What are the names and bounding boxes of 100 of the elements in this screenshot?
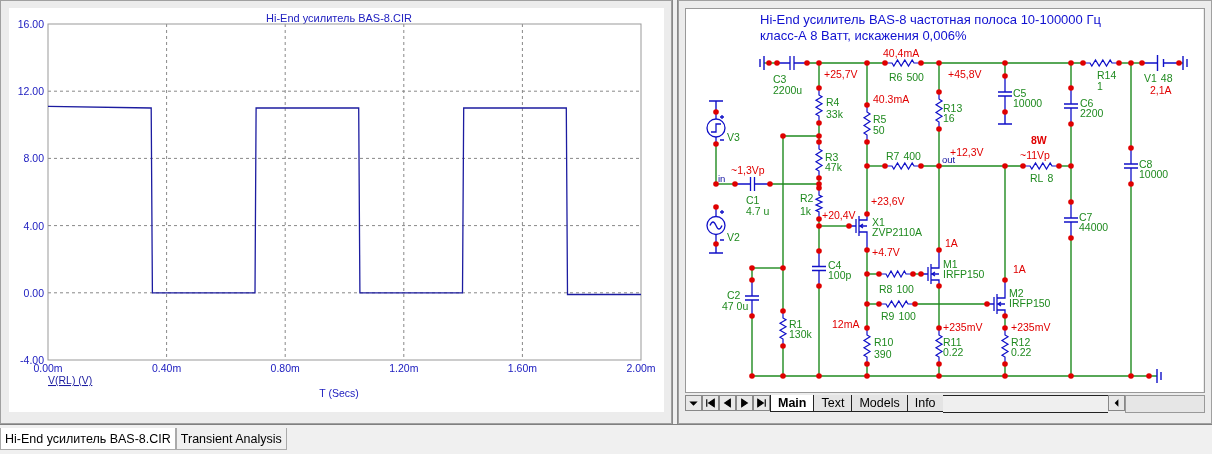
node-dot xyxy=(749,265,755,271)
probe-reading: 1A xyxy=(1013,263,1026,275)
power-reading: 8W xyxy=(1031,134,1047,146)
node-dot xyxy=(984,301,990,307)
node-dot xyxy=(780,343,786,349)
component-value: 33k xyxy=(826,108,843,120)
node-dot xyxy=(1128,60,1134,66)
component-name: C1 xyxy=(746,194,760,206)
node-dot xyxy=(732,181,738,187)
component-value: 1 xyxy=(1097,80,1103,92)
component-value: 100 xyxy=(896,283,914,295)
component-name: R4 xyxy=(826,96,840,108)
node-dot xyxy=(1056,163,1062,169)
component-name: R14 xyxy=(1097,69,1117,81)
node-dot xyxy=(864,325,870,331)
probe-reading: +45,8V xyxy=(948,68,982,80)
node-dot xyxy=(749,373,755,379)
probe-reading: +25,7V xyxy=(824,68,858,80)
scroll-left-button[interactable] xyxy=(1108,395,1125,411)
node-dot xyxy=(936,126,942,132)
node-dot xyxy=(1139,60,1145,66)
ground-symbol xyxy=(1182,55,1188,71)
node-dot xyxy=(1128,373,1134,379)
node-dot xyxy=(713,204,719,210)
component-value: 2200u xyxy=(773,84,803,96)
list-button[interactable] xyxy=(685,395,702,411)
node-dot xyxy=(1068,235,1074,241)
node-dot xyxy=(1080,60,1086,66)
trace-label[interactable]: V(RL) (V) xyxy=(48,374,93,386)
component-name: R11 xyxy=(943,336,962,348)
node-dot xyxy=(1002,73,1008,79)
component-name: R8 xyxy=(879,283,893,295)
probe-reading: 40.3mA xyxy=(873,93,910,105)
y-tick-label: 12.00 xyxy=(17,85,44,98)
component-name: V3 xyxy=(727,131,740,143)
probe-reading: ~1,3Vp xyxy=(731,164,765,176)
node-label: in xyxy=(718,173,726,184)
component-value: 10000 xyxy=(1139,168,1169,180)
sheet-tab[interactable]: Models xyxy=(851,395,907,412)
component-value: 390 xyxy=(874,348,892,360)
node-dot xyxy=(816,373,822,379)
schematic-title: класс-А 8 Ватт, искажения 0,006% xyxy=(760,28,967,43)
component-value: 48 xyxy=(1160,72,1173,84)
probe-reading: 1A xyxy=(945,237,958,249)
component-name: R12 xyxy=(1011,336,1031,348)
component-name: R13 xyxy=(943,102,963,114)
node-dot xyxy=(936,283,942,289)
ground-symbol xyxy=(759,55,765,71)
node-dot xyxy=(816,120,822,126)
node-dot xyxy=(816,60,822,66)
component-name: C4 xyxy=(828,259,842,271)
next-button[interactable] xyxy=(736,395,753,411)
node-dot xyxy=(936,325,942,331)
component-value: 400 xyxy=(903,150,921,162)
document-tab[interactable]: Transient Analysis xyxy=(175,428,287,450)
x-axis-label: T (Secs) xyxy=(319,387,359,399)
component-name: R3 xyxy=(825,151,839,163)
sheet-tab[interactable]: Info xyxy=(906,395,943,412)
component-value: 10000 xyxy=(1013,97,1043,109)
component-value: 47k xyxy=(825,161,842,173)
x-tick-label: 1.20m xyxy=(389,362,419,374)
component-value: IRFP150 xyxy=(943,268,985,280)
node-dot xyxy=(882,163,888,169)
node-dot xyxy=(1068,163,1074,169)
node-dot xyxy=(749,313,755,319)
node-dot xyxy=(864,60,870,66)
node-dot xyxy=(864,211,870,217)
node-dot xyxy=(780,133,786,139)
component-value: 500 xyxy=(906,71,924,83)
component-value: 4.7 u xyxy=(746,205,770,217)
component-value: 0.22 xyxy=(943,346,964,358)
sheet-tab[interactable]: Main xyxy=(770,395,814,412)
node-dot xyxy=(767,181,773,187)
component-name: C3 xyxy=(773,73,787,85)
node-dot xyxy=(864,361,870,367)
first-button[interactable] xyxy=(702,395,719,411)
component-value: 50 xyxy=(873,124,885,136)
component-value: 0.22 xyxy=(1011,346,1032,358)
component-name: C6 xyxy=(1080,97,1094,109)
probe-reading: +235mV xyxy=(1011,321,1051,333)
node-dot xyxy=(713,109,719,115)
component-name: V2 xyxy=(727,231,740,243)
last-button[interactable] xyxy=(753,395,770,411)
component-value: 130k xyxy=(789,328,812,340)
document-tab[interactable]: Hi-End усилитель BAS-8.CIR xyxy=(0,428,176,450)
previous-button[interactable] xyxy=(719,395,736,411)
probe-reading: 40,4mA xyxy=(883,47,920,59)
schematic-title: Hi-End усилитель BAS-8 частотная полоса 10-100000 Гц xyxy=(760,12,1101,27)
sheet-tab[interactable]: Text xyxy=(813,395,852,412)
probe-reading: +235mV xyxy=(943,321,983,333)
node-dot xyxy=(804,60,810,66)
component-value: 100p xyxy=(828,269,852,281)
node-dot xyxy=(780,373,786,379)
component-name: C7 xyxy=(1079,211,1093,223)
first-icon xyxy=(703,395,718,411)
node-dot xyxy=(846,223,852,229)
node-dot xyxy=(1146,373,1152,379)
node-dot xyxy=(1002,109,1008,115)
node-dot xyxy=(816,85,822,91)
node-dot xyxy=(766,60,772,66)
